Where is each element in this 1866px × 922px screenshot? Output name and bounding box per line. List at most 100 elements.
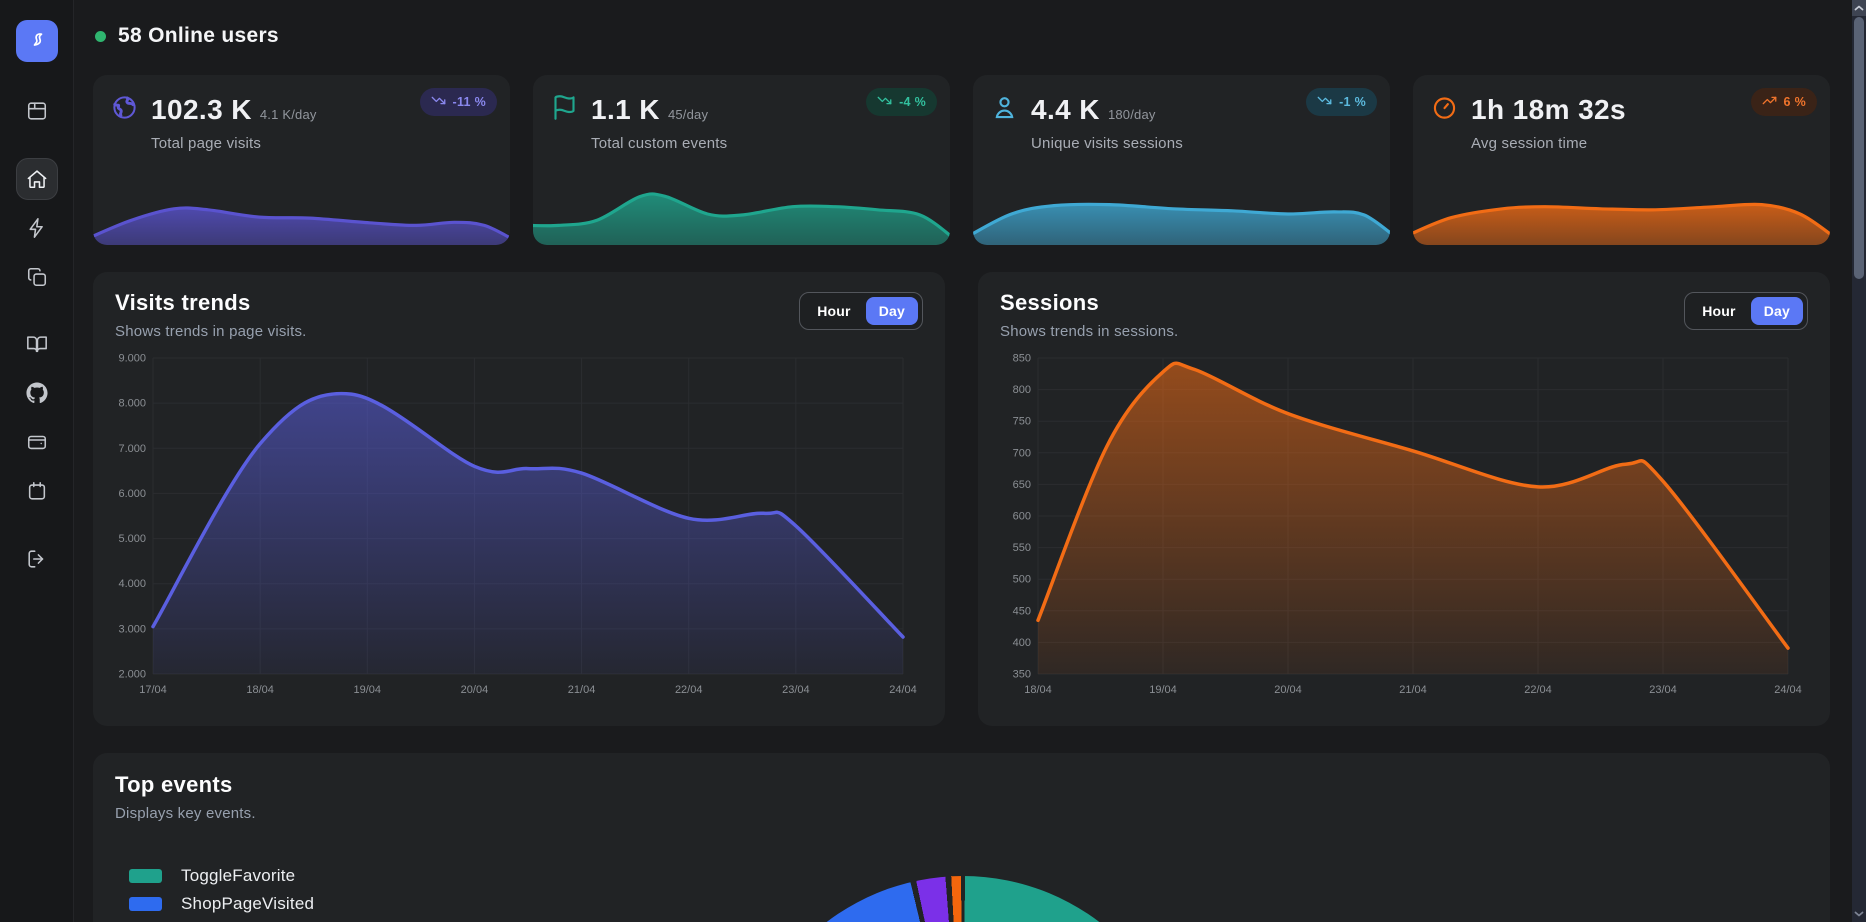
- svg-text:450: 450: [1013, 605, 1031, 617]
- sidebar-item-calendar[interactable]: [16, 470, 58, 512]
- stat-card-total-page-visits: 102.3 K 4.1 K/day Total page visits -11 …: [93, 75, 510, 245]
- chart-title: Visits trends: [115, 290, 307, 316]
- stat-label: Unique visits sessions: [1031, 135, 1372, 152]
- home-icon: [26, 168, 48, 190]
- top-events-card: Top events Displays key events. ToggleFa…: [93, 753, 1830, 922]
- chart-subtitle: Shows trends in sessions.: [1000, 323, 1178, 340]
- sparkline-chart: [973, 185, 1390, 245]
- svg-text:19/04: 19/04: [354, 684, 382, 696]
- copy-icon: [26, 266, 48, 288]
- vertical-scrollbar[interactable]: [1852, 0, 1866, 922]
- sidebar-item-wallet[interactable]: [16, 421, 58, 463]
- trending-up-icon: [1762, 93, 1777, 111]
- toggle-hour-button[interactable]: Hour: [1689, 297, 1748, 325]
- svg-text:4.000: 4.000: [118, 578, 146, 590]
- stat-card-total-custom-events: 1.1 K 45/day Total custom events -4 %: [533, 75, 950, 245]
- svg-text:24/04: 24/04: [1774, 684, 1802, 696]
- svg-text:21/04: 21/04: [568, 684, 596, 696]
- svg-text:550: 550: [1013, 542, 1031, 554]
- svg-text:700: 700: [1013, 447, 1031, 459]
- svg-text:600: 600: [1013, 511, 1031, 523]
- stat-value: 1.1 K: [591, 94, 660, 126]
- stat-card-avg-session-time: 1h 18m 32s Avg session time 6 %: [1413, 75, 1830, 245]
- stat-value: 1h 18m 32s: [1471, 94, 1626, 126]
- svg-text:17/04: 17/04: [139, 684, 167, 696]
- stat-rate: 45/day: [668, 107, 708, 122]
- chart-title: Sessions: [1000, 290, 1178, 316]
- legend-swatch: [129, 897, 162, 911]
- stat-cards-row: 102.3 K 4.1 K/day Total page visits -11 …: [93, 75, 1830, 245]
- top-events-subtitle: Displays key events.: [115, 805, 1808, 822]
- svg-text:20/04: 20/04: [1274, 684, 1302, 696]
- legend-item-shoppagevisited[interactable]: ShopPageVisited: [129, 894, 347, 914]
- sidebar-item-copy[interactable]: [16, 256, 58, 298]
- sidebar-item-home[interactable]: [16, 158, 58, 200]
- toggle-hour-button[interactable]: Hour: [804, 297, 863, 325]
- svg-text:18/04: 18/04: [1024, 684, 1052, 696]
- sidebar-item-panels[interactable]: [16, 90, 58, 132]
- hour-day-toggle: Hour Day: [1684, 292, 1808, 330]
- svg-text:400: 400: [1013, 637, 1031, 649]
- stat-label: Total custom events: [591, 135, 932, 152]
- sidebar: [0, 0, 74, 922]
- sidebar-item-logout[interactable]: [16, 538, 58, 580]
- online-users-title: 58 Online users: [118, 24, 279, 48]
- main-content: 58 Online users 102.3 K 4.1 K/day Total …: [74, 0, 1866, 922]
- scrollbar-thumb[interactable]: [1854, 17, 1864, 279]
- charts-row: Visits trends Shows trends in page visit…: [93, 272, 1830, 726]
- logout-icon: [26, 548, 48, 570]
- online-status-dot: [95, 31, 106, 42]
- svg-text:9.000: 9.000: [118, 353, 146, 365]
- trend-badge: -1 %: [1306, 88, 1377, 116]
- sidebar-item-events[interactable]: [16, 207, 58, 249]
- trend-badge: -4 %: [866, 88, 937, 116]
- svg-text:350: 350: [1013, 669, 1031, 681]
- legend-item-togglefavorite[interactable]: ToggleFavorite: [129, 866, 347, 886]
- user-icon: [991, 94, 1018, 126]
- sparkline-chart: [93, 185, 510, 245]
- toggle-day-button[interactable]: Day: [866, 297, 918, 325]
- svg-text:6.000: 6.000: [118, 488, 146, 500]
- stat-value: 4.4 K: [1031, 94, 1100, 126]
- svg-text:5.000: 5.000: [118, 533, 146, 545]
- trending-down-icon: [1317, 93, 1332, 111]
- stat-label: Total page visits: [151, 135, 492, 152]
- visits-trends-area-chart: 17/04 18/04 19/04 20/04 21/04 22/04 23/04 24/04…: [109, 348, 923, 700]
- svg-text:23/04: 23/04: [1649, 684, 1677, 696]
- app-logo[interactable]: [16, 20, 58, 62]
- sparkline-chart: [1413, 185, 1830, 245]
- svg-text:22/04: 22/04: [1524, 684, 1552, 696]
- stat-card-unique-visits-sessions: 4.4 K 180/day Unique visits sessions -1 …: [973, 75, 1390, 245]
- svg-text:18/04: 18/04: [246, 684, 274, 696]
- sidebar-item-docs[interactable]: [16, 323, 58, 365]
- svg-text:2.000: 2.000: [118, 669, 146, 681]
- sparkline-chart: [533, 185, 950, 245]
- scrollbar-down-arrow[interactable]: [1852, 906, 1866, 922]
- layout-panels-icon: [26, 100, 48, 122]
- legend-swatch: [129, 869, 162, 883]
- svg-text:7.000: 7.000: [118, 443, 146, 455]
- visits-trends-card: Visits trends Shows trends in page visit…: [93, 272, 945, 726]
- svg-text:24/04: 24/04: [889, 684, 917, 696]
- svg-text:500: 500: [1013, 574, 1031, 586]
- toggle-day-button[interactable]: Day: [1751, 297, 1803, 325]
- sidebar-item-github[interactable]: [16, 372, 58, 414]
- swan-logo-icon: [25, 27, 49, 56]
- svg-text:800: 800: [1013, 384, 1031, 396]
- github-icon: [26, 382, 48, 404]
- scrollbar-up-arrow[interactable]: [1852, 0, 1866, 16]
- svg-text:23/04: 23/04: [782, 684, 810, 696]
- stat-rate: 180/day: [1108, 107, 1156, 122]
- sessions-card: Sessions Shows trends in sessions. Hour …: [978, 272, 1830, 726]
- trend-badge: 6 %: [1751, 88, 1817, 116]
- book-open-icon: [26, 333, 48, 355]
- timer-icon: [1431, 94, 1458, 126]
- svg-text:20/04: 20/04: [461, 684, 489, 696]
- zap-icon: [26, 217, 48, 239]
- svg-text:22/04: 22/04: [675, 684, 703, 696]
- globe-icon: [111, 94, 138, 126]
- stat-rate: 4.1 K/day: [260, 107, 317, 122]
- svg-text:750: 750: [1013, 416, 1031, 428]
- flag-icon: [551, 94, 578, 126]
- online-users-header: 58 Online users: [95, 24, 1830, 48]
